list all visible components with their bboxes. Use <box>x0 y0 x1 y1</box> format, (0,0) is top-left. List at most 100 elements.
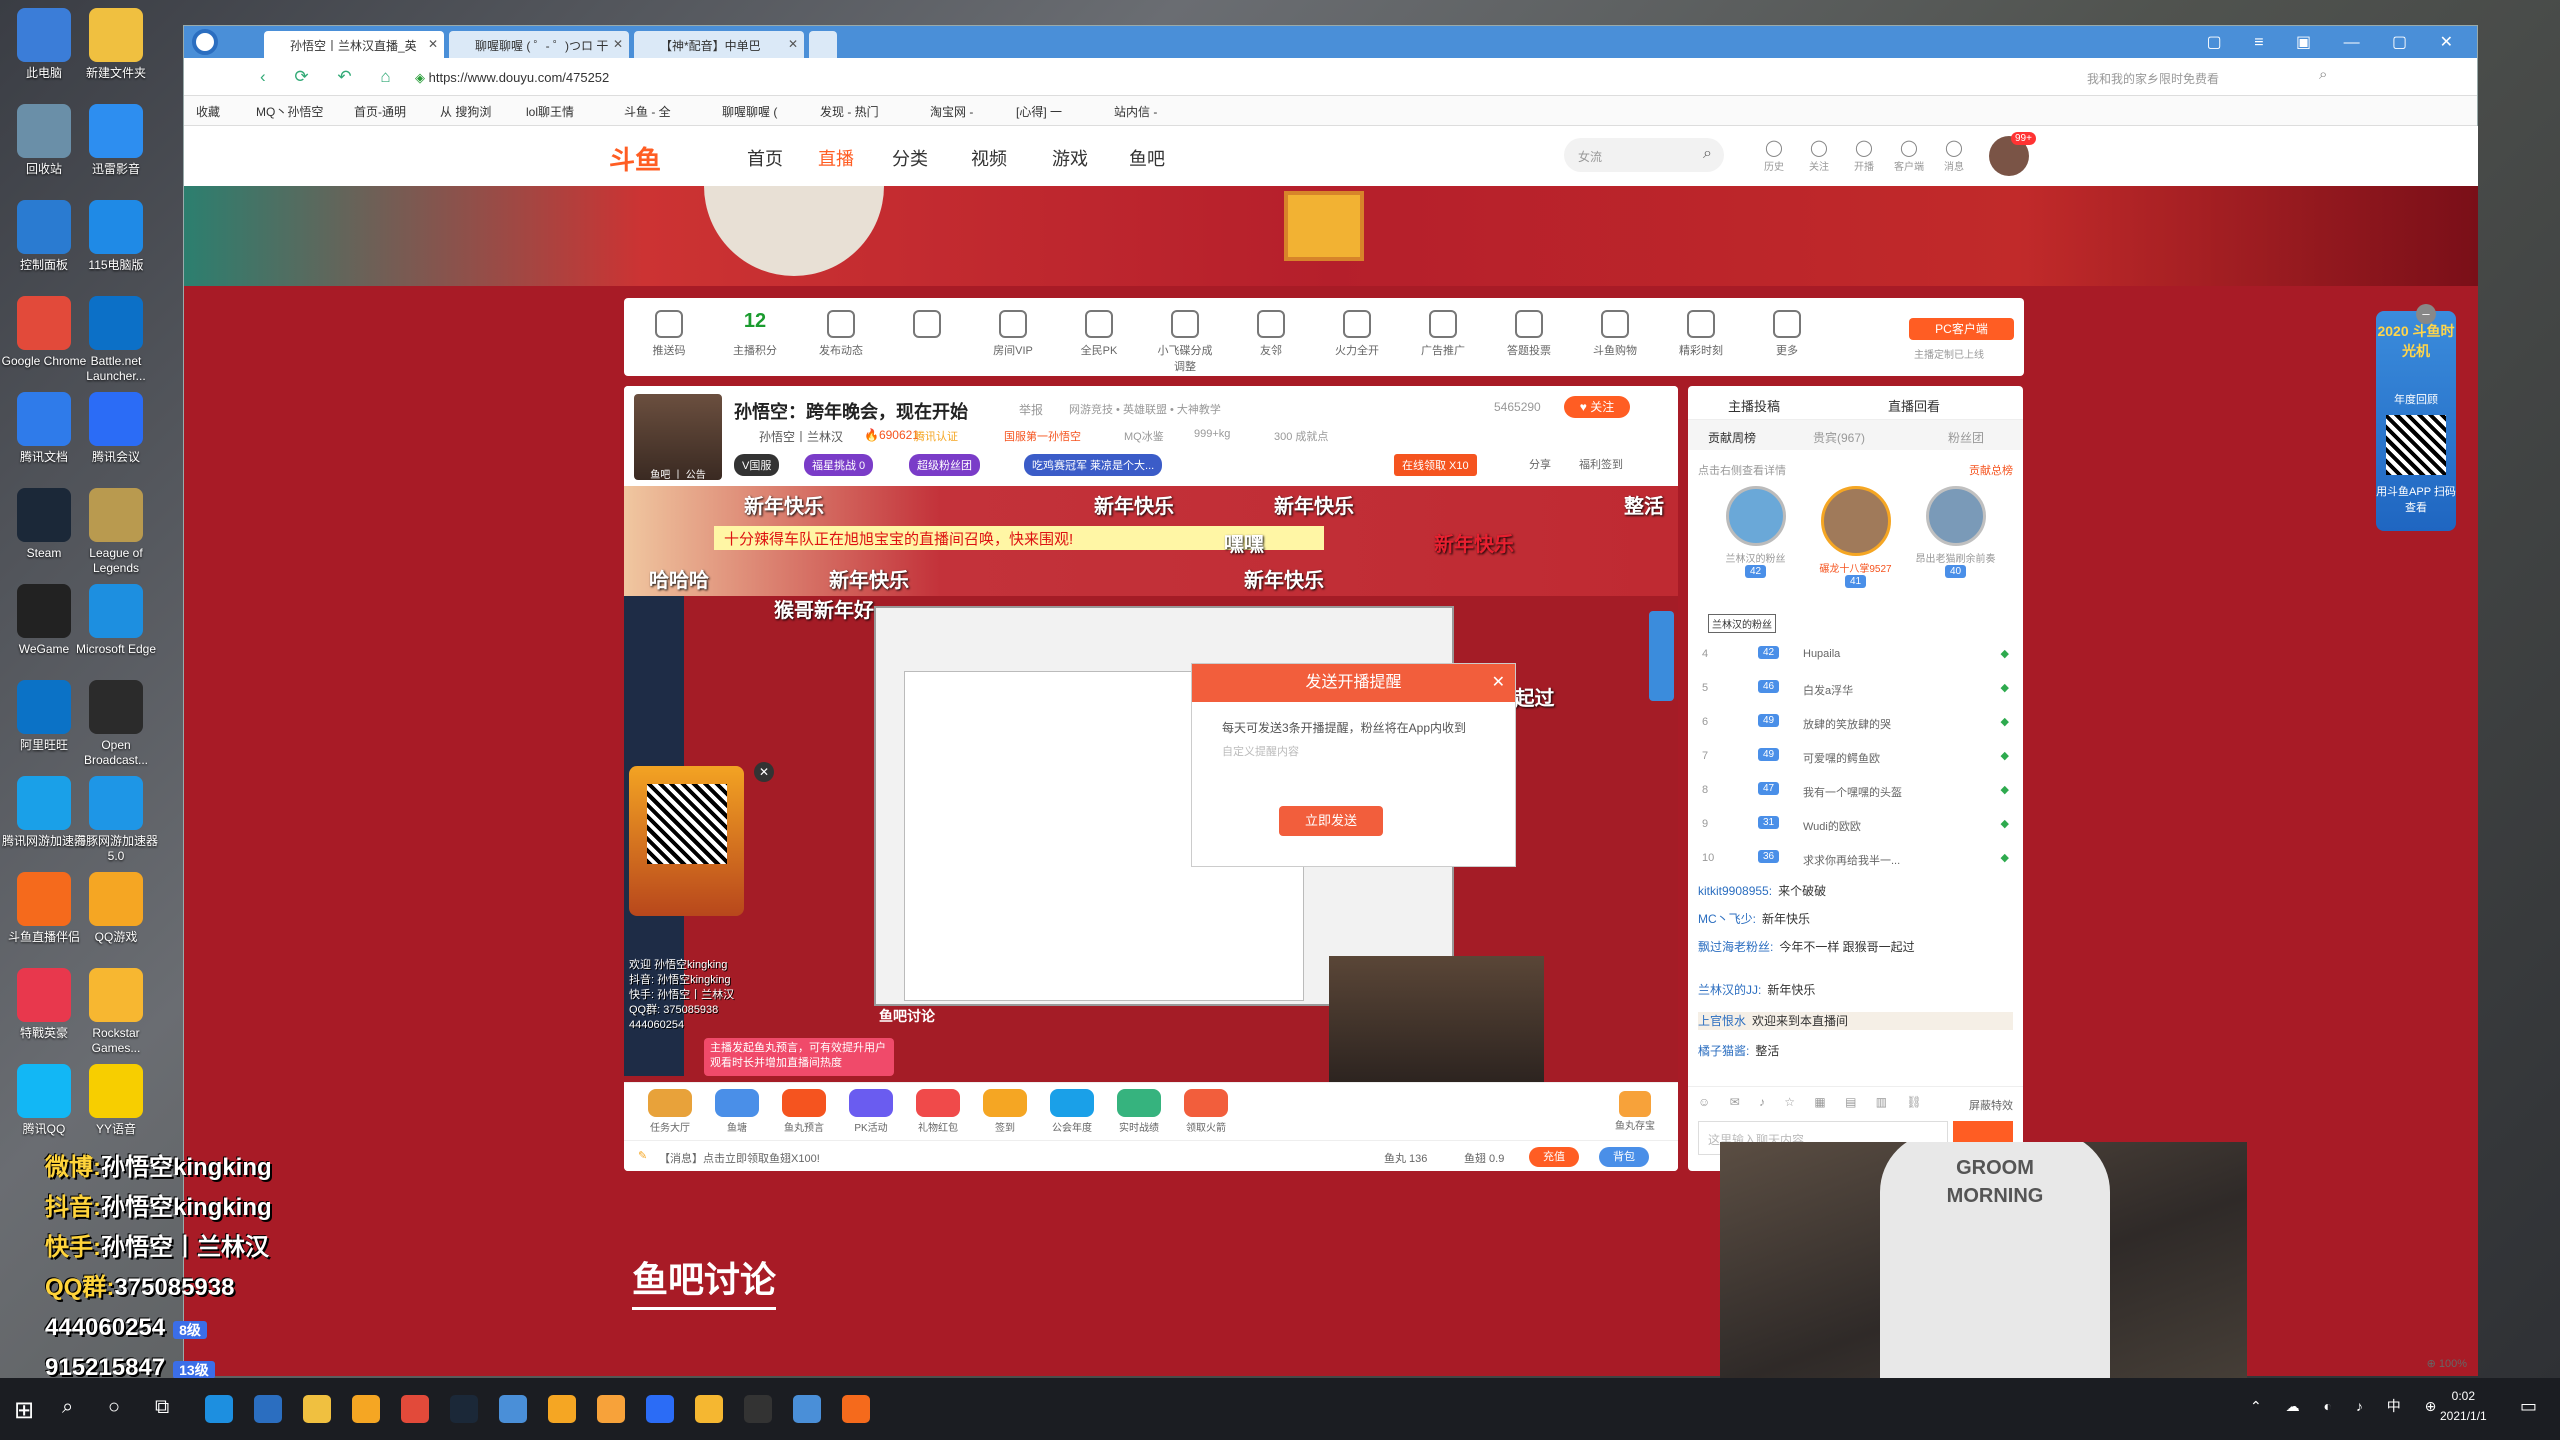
bookmark-item[interactable]: 从 搜狗浏 <box>440 103 491 120</box>
toolbar-item[interactable]: 友邻 <box>1241 310 1301 358</box>
taskbar-app-icon[interactable] <box>597 1395 625 1423</box>
nav-4[interactable]: 游戏 <box>1052 145 1088 171</box>
bookmark-item[interactable]: MQ丶孙悟空 <box>256 103 323 120</box>
toolbar-item[interactable]: 答题投票 <box>1499 310 1559 358</box>
cortana-icon[interactable]: ○ <box>108 1396 120 1419</box>
search-icon[interactable]: ⌕ <box>62 1396 73 1419</box>
taskbar-app-icon[interactable] <box>450 1395 478 1423</box>
bookmark-item[interactable]: lol聊王情 <box>526 103 574 120</box>
gift-item[interactable]: 鱼丸预言 <box>774 1089 834 1134</box>
taskbar-app-icon[interactable] <box>401 1395 429 1423</box>
desktop-icon[interactable]: 迅雷影音 <box>72 104 160 177</box>
chat-user[interactable]: 飘过海老粉丝: <box>1698 940 1773 954</box>
report-link[interactable]: 举报 <box>1019 401 1043 418</box>
close-icon[interactable]: ✕ <box>613 37 623 51</box>
send-now-button[interactable]: 立即发送 <box>1279 806 1383 836</box>
bell-icon[interactable]: ◯ 消息 <box>1934 138 1974 173</box>
toolbar-item[interactable]: 精彩时刻 <box>1671 310 1731 358</box>
gift-item[interactable]: 任务大厅 <box>640 1089 700 1134</box>
rank-row[interactable]: 9 31 Wudi的欧欧 ◆ <box>1688 808 2023 842</box>
taskbar-app-icon[interactable] <box>646 1395 674 1423</box>
chat-user[interactable]: 兰林汉的JJ: <box>1698 983 1761 997</box>
room-tag[interactable]: 300 成就点 <box>1274 428 1328 444</box>
chat-user[interactable]: kitkit9908955: <box>1698 884 1772 898</box>
room-category[interactable]: 网游竞技 • 英雄联盟 • 大神教学 <box>1069 401 1221 417</box>
top-fan[interactable]: 碾龙十八掌9527 41 <box>1808 486 1903 588</box>
gift-item[interactable]: PK活动 <box>841 1089 901 1134</box>
desktop-icon[interactable]: Rockstar Games... <box>72 968 160 1056</box>
top-fan[interactable]: 兰林汉的粉丝 42 <box>1708 486 1803 578</box>
desktop-icon[interactable]: Battle.net Launcher... <box>72 296 160 384</box>
room-tag[interactable]: 腾讯认证 <box>914 428 958 444</box>
chat-user[interactable]: 橘子猫酱: <box>1698 1044 1749 1058</box>
toolbar-item[interactable]: 12 主播积分 <box>725 310 785 358</box>
site-search-input[interactable]: 女流 ⌕ <box>1564 138 1724 172</box>
close-icon[interactable]: ✕ <box>428 37 438 51</box>
bookmark-item[interactable]: 斗鱼 - 全 <box>624 103 671 120</box>
top-fan[interactable]: 昂出老猫刷余前奏 40 <box>1908 486 2003 578</box>
rank-row[interactable]: 4 42 Hupaila ◆ <box>1688 638 2023 672</box>
notification-icon[interactable]: ▭ <box>2520 1396 2537 1417</box>
message-text[interactable]: 【消息】点击立即领取鱼翅X100! <box>659 1150 820 1166</box>
prediction-tip-popup[interactable]: 主播发起鱼丸预言，可有效提升用户观看时长并增加直播间热度 <box>704 1038 894 1076</box>
search-icon[interactable]: ⌕ <box>1703 145 1712 163</box>
modal-input[interactable]: 自定义提醒内容 <box>1192 737 1515 765</box>
toolbar-item[interactable]: 斗鱼购物 <box>1585 310 1645 358</box>
share-button[interactable]: 分享 <box>1529 456 1551 472</box>
sign-button[interactable]: 福利签到 <box>1579 456 1623 472</box>
desktop-icon[interactable]: Microsoft Edge <box>72 584 160 657</box>
activity-tag[interactable]: 超级粉丝团 <box>909 454 980 476</box>
recharge-button[interactable]: 充值 <box>1529 1147 1579 1167</box>
desktop-icon[interactable]: QQ游戏 <box>72 872 160 945</box>
level-badge[interactable]: V国服 <box>734 454 780 476</box>
room-tag[interactable]: 国服第一孙悟空 <box>1004 428 1081 444</box>
close-icon[interactable]: ✕ <box>754 762 774 782</box>
activity-tag[interactable]: 福星挑战 0 <box>804 454 874 476</box>
taskbar-app-icon[interactable] <box>793 1395 821 1423</box>
taskbar-app-icon[interactable] <box>842 1395 870 1423</box>
desktop-icon[interactable]: 腾讯会议 <box>72 392 160 465</box>
gift-item[interactable]: 实时战绩 <box>1109 1089 1169 1134</box>
taskbar-app-icon[interactable] <box>499 1395 527 1423</box>
bag-button[interactable]: 背包 <box>1599 1147 1649 1167</box>
toolbar-item[interactable]: 小飞碟分成调整 <box>1155 310 1215 374</box>
nav-3[interactable]: 视频 <box>971 145 1007 171</box>
bookmark-item[interactable]: 站内信 - <box>1114 103 1157 120</box>
bookmark-item[interactable]: 聊喔聊喔 ( <box>722 103 777 120</box>
tab-1[interactable]: 聊喔聊喔 ( ゜- ゜)つロ 干 ✕ <box>449 31 629 58</box>
tab-vip[interactable]: 贵宾(967) <box>1813 429 1865 446</box>
bookmark-item[interactable]: 发现 - 热门 <box>820 103 879 120</box>
gift-item[interactable]: 礼物红包 <box>908 1089 968 1134</box>
url-input[interactable]: ◈ https://www.douyu.com/475252 <box>406 64 2006 90</box>
tab-week-rank[interactable]: 贡献周榜 <box>1708 429 1756 446</box>
tab-fans[interactable]: 粉丝团 <box>1948 429 1984 446</box>
tray-icons[interactable]: ⌃ ☁ ◐ ♪ 中 ⊕ <box>2250 1396 2446 1416</box>
toolbar-item[interactable]: 更多 <box>1757 310 1817 358</box>
video-player[interactable]: 十分辣得车队正在旭旭宝宝的直播间召唤，快来围观! 新年快乐 新年快乐 新年快乐 整活嘿… <box>624 486 1678 1082</box>
activity-tag[interactable]: 吃鸡赛冠军 莱凉是个大... <box>1024 454 1163 476</box>
browser-search-input[interactable]: 我和我的家乡限时免费看 <box>2079 64 2309 90</box>
tab-anchor-submissions[interactable]: 主播投稿 <box>1728 396 1780 415</box>
statusbar-zoom[interactable]: ⊕ 100% <box>2427 1357 2467 1370</box>
close-icon[interactable]: ✕ <box>1492 664 1505 702</box>
room-tag[interactable]: 999+kg <box>1194 428 1230 440</box>
taskbar-app-icon[interactable] <box>303 1395 331 1423</box>
rank-row[interactable]: 5 46 白发a浮华 ◆ <box>1688 672 2023 706</box>
gift-item[interactable]: 签到 <box>975 1089 1035 1134</box>
bookmark-item[interactable]: 收藏 <box>196 103 220 120</box>
clock-icon[interactable]: ◯ 历史 <box>1754 138 1794 173</box>
taskview-icon[interactable]: ⧉ <box>155 1396 169 1419</box>
nav-buttons[interactable]: ‹ ⟳ ↶ ⌂ <box>260 67 403 87</box>
room-tag[interactable]: MQ冰鉴 <box>1124 428 1164 444</box>
toolbar-item[interactable]: 全民PK <box>1069 310 1129 358</box>
clock[interactable]: 0:02 2021/1/1 <box>2440 1386 2487 1426</box>
combo-badge[interactable]: 在线领取 X10 <box>1394 454 1477 476</box>
chat-user[interactable]: MC丶飞少: <box>1698 912 1756 926</box>
gift-item[interactable]: 公会年度 <box>1042 1089 1102 1134</box>
taskbar-app-icon[interactable] <box>744 1395 772 1423</box>
time-machine-card[interactable]: 2020 斗鱼时光机 年度回顾 用斗鱼APP 扫码查看 <box>2376 311 2456 531</box>
camera-icon[interactable]: ◯ 开播 <box>1844 138 1884 173</box>
toolbar-item[interactable]: 发布动态 <box>811 310 871 358</box>
bookmark-item[interactable]: 淘宝网 - <box>930 103 973 120</box>
toolbar-item[interactable]: 推送码 <box>639 310 699 358</box>
